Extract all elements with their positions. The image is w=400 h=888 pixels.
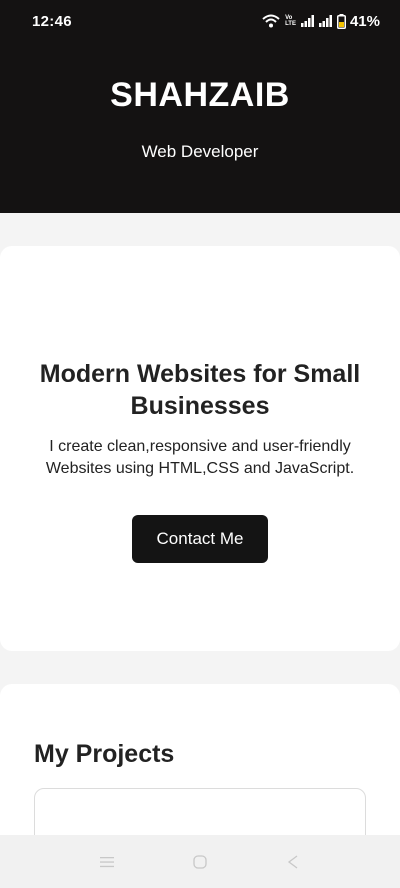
screen: 12:46 Vo LTE 41% SHAHZAIB Web Developer … xyxy=(0,0,400,888)
site-subtitle: Web Developer xyxy=(141,142,259,161)
wifi-icon xyxy=(262,14,280,28)
battery-icon xyxy=(336,13,346,29)
status-time: 12:46 xyxy=(32,12,72,30)
system-nav-bar xyxy=(0,835,400,888)
lte-label: LTE xyxy=(285,21,296,27)
projects-heading: My Projects xyxy=(34,740,175,768)
contact-button[interactable]: Contact Me xyxy=(132,515,268,563)
status-bar: 12:46 Vo LTE 41% xyxy=(0,0,400,42)
home-icon[interactable] xyxy=(180,842,220,882)
site-header: SHAHZAIB Web Developer xyxy=(0,42,400,213)
status-icons: Vo LTE 41% xyxy=(262,13,380,30)
battery-percent: 41% xyxy=(349,12,380,30)
back-icon[interactable] xyxy=(273,842,313,882)
volte-icon: Vo LTE xyxy=(285,15,296,27)
intro-text: I create clean,responsive and user-frien… xyxy=(45,438,355,477)
menu-icon[interactable] xyxy=(87,842,127,882)
intro-card: Modern Websites for Small Businesses I c… xyxy=(0,246,400,651)
site-title: SHAHZAIB xyxy=(110,76,290,114)
signal-icon xyxy=(318,15,333,27)
signal-icon xyxy=(300,15,315,27)
intro-heading: Modern Websites for Small Businesses xyxy=(39,360,361,420)
